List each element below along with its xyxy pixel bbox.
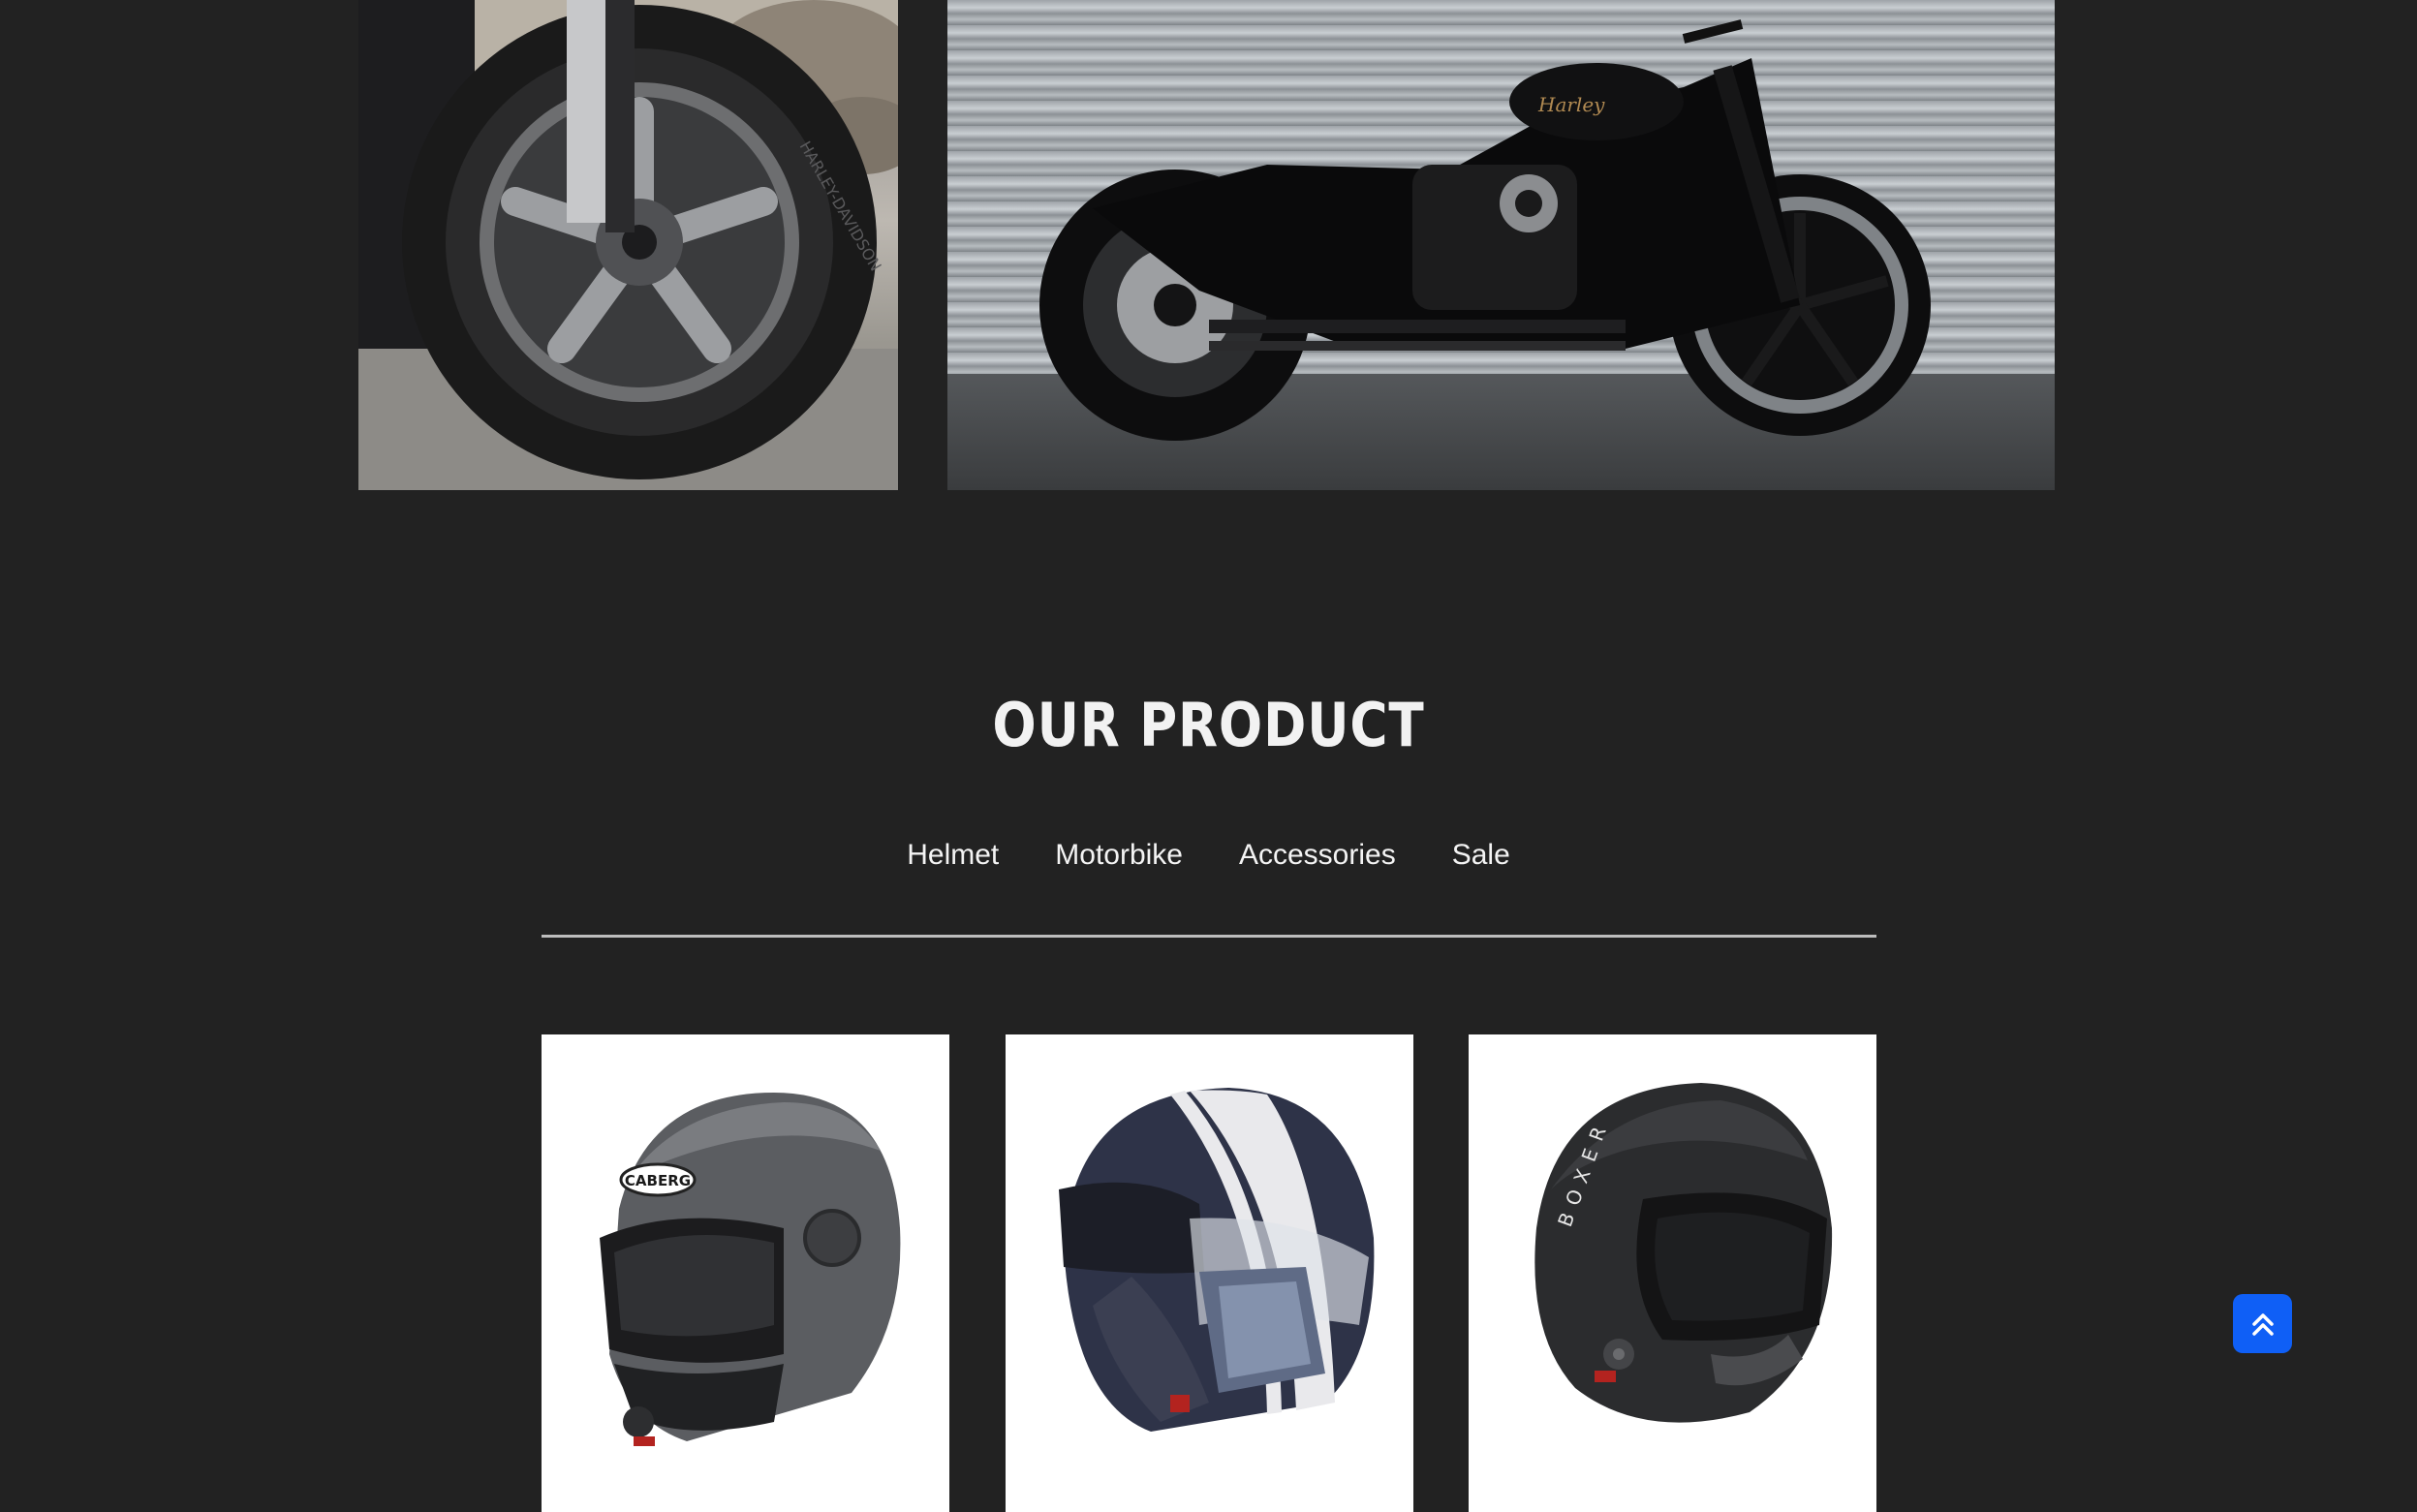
tabs-divider	[542, 935, 1876, 938]
page: HARLEY-DAVIDSON Harley OUR PRODUCT Helme…	[0, 0, 2417, 1512]
tab-accessories[interactable]: Accessories	[1239, 839, 1396, 872]
svg-text:Harley: Harley	[1537, 93, 1605, 116]
caberg-logo-text: CABERG	[625, 1172, 691, 1189]
hero-wheel-image: HARLEY-DAVIDSON	[358, 0, 898, 490]
wheel-illustration: HARLEY-DAVIDSON	[358, 0, 898, 490]
tab-helmet[interactable]: Helmet	[907, 839, 999, 872]
product-card-boxer-helmet[interactable]: BOXER	[1469, 1034, 1876, 1512]
tab-sale[interactable]: Sale	[1452, 839, 1510, 872]
motorcycle-illustration: Harley	[1039, 19, 1931, 441]
double-chevron-up-icon	[2251, 1312, 2274, 1336]
product-card-jet-helmet[interactable]	[1006, 1034, 1413, 1512]
hero-motorcycle-image: Harley	[947, 0, 2055, 490]
back-to-top-button[interactable]	[2233, 1294, 2292, 1353]
product-category-tabs: Helmet Motorbike Accessories Sale	[0, 839, 2417, 872]
product-card-modular-helmet[interactable]: CABERG	[542, 1034, 949, 1512]
section-title: OUR PRODUCT	[992, 690, 1425, 760]
modular-helmet-image: CABERG	[600, 1093, 901, 1446]
boxer-helmet-image: BOXER	[1534, 1083, 1833, 1423]
jet-helmet-image	[1059, 1088, 1375, 1432]
tab-motorbike[interactable]: Motorbike	[1055, 839, 1183, 872]
